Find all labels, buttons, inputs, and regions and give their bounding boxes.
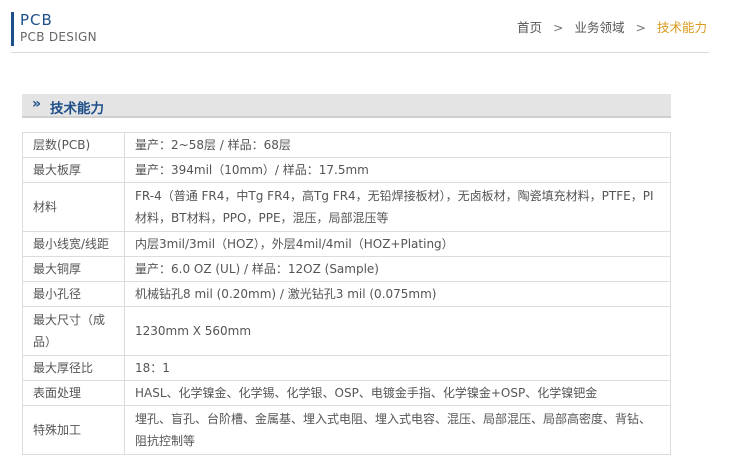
row-label: 最小孔径 [22,281,125,307]
table-row: 层数(PCB) 量产：2~58层 / 样品：68层 [22,132,671,158]
row-value: 18：1 [124,355,671,381]
row-label: 特殊加工 [22,405,125,455]
table-row: 最大板厚 量产：394mil（10mm）/ 样品：17.5mm [22,157,671,183]
breadcrumb-separator: > [635,20,646,35]
row-label: 最大板厚 [22,157,125,183]
row-value: 机械钻孔8 mil (0.20mm) / 激光钻孔3 mil (0.075mm) [124,281,671,307]
brand-title: PCB [20,11,53,29]
row-value: 量产：2~58层 / 样品：68层 [124,132,671,158]
row-label: 材料 [22,182,125,232]
row-label: 最大厚径比 [22,355,125,381]
table-row: 最小孔径 机械钻孔8 mil (0.20mm) / 激光钻孔3 mil (0.0… [22,281,671,307]
breadcrumb: 首页 > 业务领域 > 技术能力 [517,17,707,36]
row-label: 最大铜厚 [22,256,125,282]
breadcrumb-current: 技术能力 [656,20,707,35]
spec-table: 层数(PCB) 量产：2~58层 / 样品：68层 最大板厚 量产：394mil… [22,132,671,455]
breadcrumb-business-link[interactable]: 业务领域 [575,20,625,35]
table-row: 材料 FR-4（普通 FR4，中Tg FR4，高Tg FR4，无铅焊接板材），无… [22,182,671,232]
page-header: PCB PCB DESIGN 首页 > 业务领域 > 技术能力 [0,0,729,54]
breadcrumb-home-link[interactable]: 首页 [517,20,542,35]
row-value: 内层3mil/3mil（HOZ），外层4mil/4mil（HOZ+Plating… [124,231,671,257]
row-label: 层数(PCB) [22,132,125,158]
table-row: 最大铜厚 量产：6.0 OZ (UL) / 样品：12OZ (Sample) [22,256,671,282]
table-row: 表面处理 HASL、化学镍金、化学锡、化学银、OSP、电镀金手指、化学镍金+OS… [22,380,671,406]
section-heading-bar: » 技术能力 [22,94,671,118]
table-row: 特殊加工 埋孔、盲孔、台阶槽、金属基、埋入式电阻、埋入式电容、混压、局部混压、局… [22,405,671,455]
row-value: 1230mm X 560mm [124,306,671,356]
table-row: 最大尺寸（成品） 1230mm X 560mm [22,306,671,356]
breadcrumb-separator: > [553,20,564,35]
row-value: HASL、化学镍金、化学锡、化学银、OSP、电镀金手指、化学镍金+OSP、化学镍… [124,380,671,406]
section-title: 技术能力 [50,101,104,117]
row-label: 最小线宽/线距 [22,231,125,257]
row-value: 量产：6.0 OZ (UL) / 样品：12OZ (Sample) [124,256,671,282]
brand-subtitle: PCB DESIGN [20,30,97,44]
brand-block: PCB PCB DESIGN [11,12,97,46]
table-row: 最小线宽/线距 内层3mil/3mil（HOZ），外层4mil/4mil（HOZ… [22,231,671,257]
row-value: 量产：394mil（10mm）/ 样品：17.5mm [124,157,671,183]
row-label: 表面处理 [22,380,125,406]
table-row: 最大厚径比 18：1 [22,355,671,381]
row-label: 最大尺寸（成品） [22,306,125,356]
header-divider [11,52,709,53]
double-chevron-right-icon: » [32,96,42,112]
row-value: FR-4（普通 FR4，中Tg FR4，高Tg FR4，无铅焊接板材），无卤板材… [124,182,671,232]
row-value: 埋孔、盲孔、台阶槽、金属基、埋入式电阻、埋入式电容、混压、局部混压、局部高密度、… [124,405,671,455]
